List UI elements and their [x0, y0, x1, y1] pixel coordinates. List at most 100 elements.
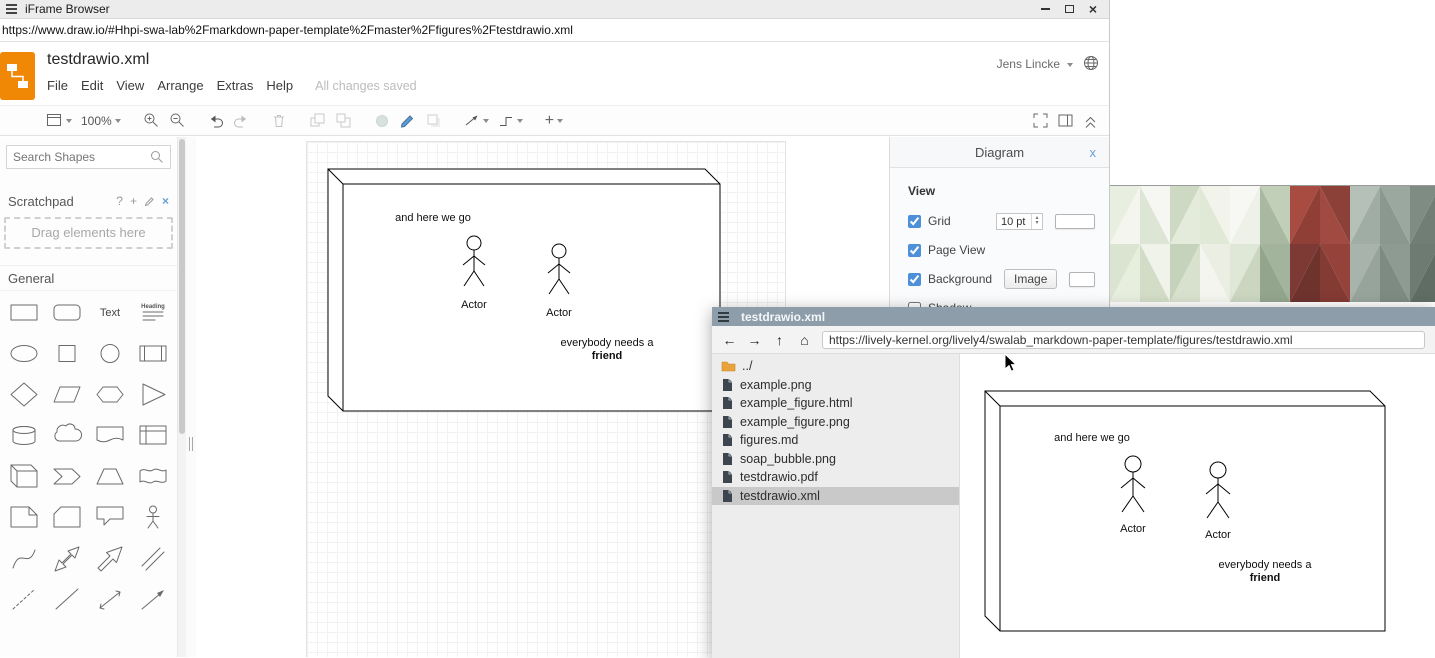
file-window-titlebar[interactable]: testdrawio.xml [712, 307, 1435, 326]
search-icon[interactable] [150, 150, 164, 164]
cube-shape[interactable] [328, 169, 720, 411]
sidebar-scrollbar[interactable] [178, 137, 186, 657]
home-button[interactable]: ⌂ [797, 332, 812, 348]
scratchpad-dropzone[interactable]: Drag elements here [4, 217, 173, 249]
list-item-selected[interactable]: testdrawio.xml [712, 487, 959, 506]
language-globe-icon[interactable] [1083, 55, 1099, 71]
redo-button[interactable] [233, 113, 249, 129]
user-menu[interactable]: Jens Lincke [997, 57, 1073, 71]
shape-cylinder[interactable] [2, 414, 45, 455]
back-button[interactable]: ← [722, 332, 737, 348]
shape-tape[interactable] [131, 455, 174, 496]
shape-curve[interactable] [2, 537, 45, 578]
line-color-button[interactable] [399, 112, 416, 129]
collapse-toolbar-button[interactable] [1082, 112, 1099, 129]
format-panel-close-icon[interactable]: x [1090, 137, 1097, 168]
shape-directional-connector[interactable] [131, 578, 174, 619]
shape-parallelogram[interactable] [45, 373, 88, 414]
hamburger-menu-icon[interactable] [6, 4, 17, 14]
menu-arrange[interactable]: Arrange [157, 78, 203, 93]
close-button[interactable]: × [1081, 1, 1105, 18]
shadow-button[interactable] [425, 112, 442, 129]
hamburger-menu-icon[interactable] [718, 312, 729, 322]
insert-button[interactable]: + [545, 114, 563, 128]
list-item[interactable]: testdrawio.pdf [712, 468, 959, 487]
format-panel-toggle-button[interactable] [1057, 112, 1074, 129]
menu-view[interactable]: View [116, 78, 144, 93]
list-item[interactable]: example_figure.png [712, 413, 959, 432]
shape-circle[interactable] [88, 332, 131, 373]
shape-ellipse[interactable] [2, 332, 45, 373]
fullscreen-button[interactable] [1032, 112, 1049, 129]
scrollbar-thumb[interactable] [179, 139, 185, 434]
format-tab-diagram[interactable]: Diagram x [890, 137, 1109, 168]
shape-bidirectional-arrow[interactable] [45, 537, 88, 578]
browser-url-bar[interactable]: https://www.draw.io/#Hhpi-swa-lab%2Fmark… [0, 19, 1109, 42]
window-titlebar[interactable]: iFrame Browser × [0, 0, 1109, 19]
shape-internal-storage[interactable] [131, 414, 174, 455]
connection-style-button[interactable] [464, 113, 489, 128]
scratchpad-edit-icon[interactable] [144, 196, 155, 207]
zoom-level-dropdown[interactable]: 100% [81, 114, 121, 128]
to-back-button[interactable] [335, 112, 352, 129]
background-image-button[interactable]: Image [1004, 269, 1057, 289]
file-url-input[interactable] [822, 331, 1425, 349]
shape-arrow[interactable] [88, 537, 131, 578]
to-front-button[interactable] [309, 112, 326, 129]
minimize-button[interactable] [1033, 1, 1057, 18]
shape-trapezoid[interactable] [88, 455, 131, 496]
scratchpad-help-icon[interactable]: ? [116, 194, 123, 208]
menu-extras[interactable]: Extras [217, 78, 254, 93]
scratchpad-close-icon[interactable]: × [162, 194, 169, 208]
shape-bidirectional-connector[interactable] [88, 578, 131, 619]
forward-button[interactable]: → [747, 332, 762, 348]
zoom-out-button[interactable] [169, 112, 186, 129]
list-item[interactable]: soap_bubble.png [712, 450, 959, 469]
grid-size-input[interactable]: 10 pt ▴▾ [996, 213, 1043, 230]
fill-color-button[interactable] [374, 113, 390, 129]
stepper-down-icon[interactable]: ▾ [1035, 221, 1038, 226]
shape-link[interactable] [131, 537, 174, 578]
zoom-in-button[interactable] [143, 112, 160, 129]
box-label[interactable]: and here we go [395, 212, 471, 224]
shape-square[interactable] [45, 332, 88, 373]
splitter-handle[interactable] [189, 437, 193, 451]
shape-cloud[interactable] [45, 414, 88, 455]
sidebar-splitter[interactable] [186, 137, 196, 657]
shape-dashed-line[interactable] [2, 578, 45, 619]
page-view-checkbox[interactable] [908, 244, 921, 257]
search-shapes-input[interactable] [6, 145, 171, 169]
list-item[interactable]: figures.md [712, 431, 959, 450]
shape-rounded-rectangle[interactable] [45, 291, 88, 332]
grid-size-value[interactable]: 10 pt [997, 214, 1031, 229]
grid-color-button[interactable] [1055, 214, 1095, 229]
menu-file[interactable]: File [47, 78, 68, 93]
scratchpad-add-icon[interactable]: + [130, 194, 137, 208]
menu-help[interactable]: Help [266, 78, 293, 93]
page-view-button[interactable] [46, 112, 72, 129]
shape-hexagon[interactable] [88, 373, 131, 414]
grid-size-stepper[interactable]: ▴▾ [1031, 214, 1042, 229]
shape-textbox[interactable]: Heading [131, 291, 174, 332]
shape-diamond[interactable] [2, 373, 45, 414]
menu-edit[interactable]: Edit [81, 78, 103, 93]
caption-line1[interactable]: everybody needs a [561, 337, 655, 349]
up-button[interactable]: ↑ [772, 332, 787, 348]
shape-triangle[interactable] [131, 373, 174, 414]
maximize-button[interactable] [1057, 1, 1081, 18]
shape-text[interactable]: Text [88, 291, 131, 332]
shape-process[interactable] [131, 332, 174, 373]
caption-line2[interactable]: friend [592, 350, 623, 362]
shape-callout[interactable] [88, 496, 131, 537]
shape-line[interactable] [45, 578, 88, 619]
list-item[interactable]: example.png [712, 376, 959, 395]
delete-button[interactable] [271, 112, 287, 129]
shape-rectangle[interactable] [2, 291, 45, 332]
shape-cube[interactable] [2, 455, 45, 496]
shape-document[interactable] [88, 414, 131, 455]
shape-step[interactable] [45, 455, 88, 496]
background-color-button[interactable] [1069, 272, 1095, 287]
undo-button[interactable] [208, 113, 224, 129]
general-section-header[interactable]: General [0, 265, 177, 291]
browser-url-text[interactable]: https://www.draw.io/#Hhpi-swa-lab%2Fmark… [2, 23, 573, 37]
